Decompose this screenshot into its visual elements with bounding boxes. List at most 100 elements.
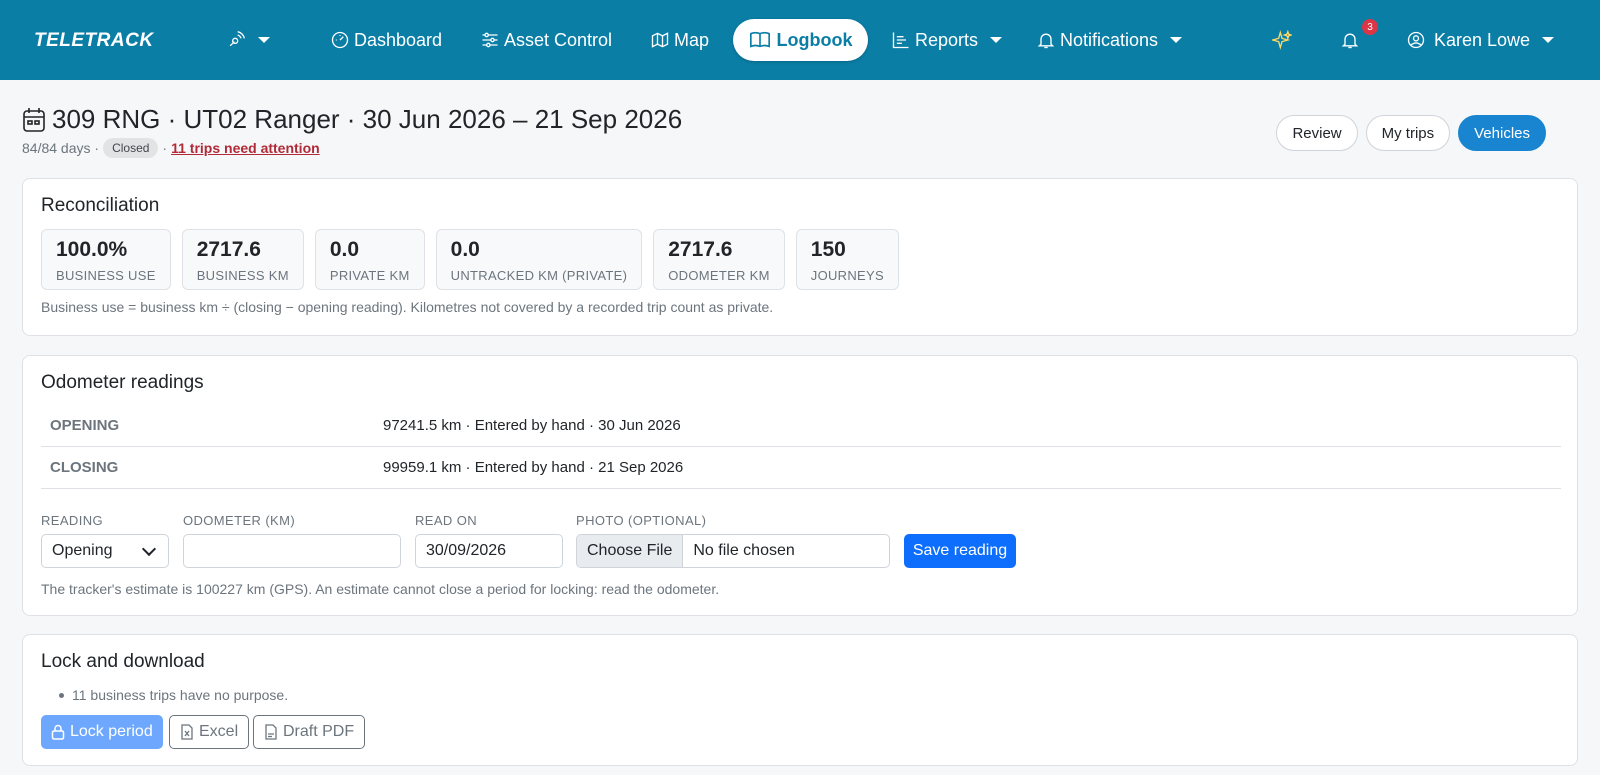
stat-label: ODOMETER KM xyxy=(668,268,770,283)
alert-count-badge: 3 xyxy=(1362,19,1378,35)
brand-logo[interactable]: TELETRACK xyxy=(34,30,154,52)
pdf-file-icon xyxy=(265,724,277,740)
stat-odometer-km: 2717.6 ODOMETER KM xyxy=(653,229,785,290)
nav-asset-control[interactable]: Asset Control xyxy=(480,0,612,80)
reading-label: READING xyxy=(41,513,104,528)
calendar-icon xyxy=(23,107,45,132)
bell-icon xyxy=(1341,33,1359,49)
period-summary: 84/84 days · Closed · 11 trips need atte… xyxy=(22,138,320,158)
stat-label: BUSINESS KM xyxy=(196,268,289,283)
draft-pdf-label: Draft PDF xyxy=(283,723,355,740)
read-on-date-input[interactable]: 30/09/2026 xyxy=(415,534,563,568)
stat-label: JOURNEYS xyxy=(810,268,884,283)
user-menu[interactable]: Karen Lowe xyxy=(1406,0,1555,80)
speedometer-icon xyxy=(331,31,349,49)
stat-value: 0.0 xyxy=(450,238,480,261)
trips-attention-link[interactable]: 11 trips need attention xyxy=(171,140,320,156)
stat-untracked-km: 0.0 UNTRACKED KM (PRIVATE) xyxy=(435,229,643,290)
sparkle-button[interactable] xyxy=(1272,0,1292,80)
separator: · xyxy=(162,140,168,156)
caret-down-icon xyxy=(258,37,270,43)
stat-value: 2717.6 xyxy=(668,238,733,261)
stat-label: BUSINESS USE xyxy=(56,268,156,283)
nav-logbook-label: Logbook xyxy=(776,29,853,50)
bullet-icon xyxy=(59,692,64,698)
photo-file-input[interactable]: Choose File No file chosen xyxy=(576,534,890,568)
odometer-title: Odometer readings xyxy=(41,372,204,393)
stat-journeys: 150 JOURNEYS xyxy=(795,229,899,290)
vehicles-button[interactable]: Vehicles xyxy=(1458,115,1546,151)
caret-down-icon xyxy=(1170,37,1183,43)
stat-business-km: 2717.6 BUSINESS KM xyxy=(181,229,304,290)
caret-down-icon xyxy=(1542,37,1555,43)
stat-value: 0.0 xyxy=(329,238,360,261)
nav-map[interactable]: Map xyxy=(650,0,709,80)
nav-reports[interactable]: Reports xyxy=(891,0,1003,80)
odometer-row-key: CLOSING xyxy=(50,459,119,476)
stat-business-use: 100.0% BUSINESS USE xyxy=(41,229,171,290)
excel-button[interactable]: Excel xyxy=(169,715,250,749)
nav-dashboard-label: Dashboard xyxy=(354,29,443,50)
page-title-text: 309 RNG · UT02 Ranger · 30 Jun 2026 – 21… xyxy=(52,104,683,134)
choose-file-button[interactable]: Choose File xyxy=(577,535,684,567)
odometer-row-opening: OPENING 97241.5 km · Entered by hand · 3… xyxy=(41,405,1561,447)
tracker-estimate-note: The tracker's estimate is 100227 km (GPS… xyxy=(41,581,720,597)
odometer-row-value: 99959.1 km · Entered by hand · 21 Sep 20… xyxy=(383,459,684,476)
nav-notifications-label: Notifications xyxy=(1060,29,1159,50)
odometer-row-value: 97241.5 km · Entered by hand · 30 Jun 20… xyxy=(383,417,681,434)
review-button[interactable]: Review xyxy=(1276,115,1358,151)
lock-issue-item: 11 business trips have no purpose. xyxy=(59,687,288,703)
read-on-label: READ ON xyxy=(415,513,478,528)
sparkles-icon xyxy=(1272,30,1292,50)
stat-label: UNTRACKED KM (PRIVATE) xyxy=(450,268,628,283)
save-reading-button[interactable]: Save reading xyxy=(904,534,1016,568)
odometer-row-closing: CLOSING 99959.1 km · Entered by hand · 2… xyxy=(41,447,1561,489)
page-header: 309 RNG · UT02 Ranger · 30 Jun 2026 – 21… xyxy=(22,104,682,135)
reconciliation-title: Reconciliation xyxy=(41,195,160,216)
tracker-dropdown[interactable] xyxy=(226,0,270,80)
bar-chart-icon xyxy=(892,32,909,49)
lock-period-label: Lock period xyxy=(70,723,153,740)
satellite-icon xyxy=(229,31,245,47)
alerts-button[interactable] xyxy=(1340,0,1360,80)
excel-file-icon xyxy=(181,724,193,740)
my-trips-button[interactable]: My trips xyxy=(1365,115,1451,151)
odometer-row-key: OPENING xyxy=(50,417,120,434)
odometer-km-input[interactable] xyxy=(183,534,401,568)
nav-logbook[interactable]: Logbook xyxy=(733,19,868,61)
stat-value: 150 xyxy=(810,238,846,261)
stat-value: 100.0% xyxy=(56,238,128,261)
nav-notifications[interactable]: Notifications xyxy=(1036,0,1183,80)
nav-asset-control-label: Asset Control xyxy=(504,29,613,50)
user-circle-icon xyxy=(1407,31,1425,49)
business-use-note: Business use = business km ÷ (closing − … xyxy=(41,299,774,315)
nav-map-label: Map xyxy=(674,29,710,50)
draft-pdf-button[interactable]: Draft PDF xyxy=(253,715,366,749)
map-icon xyxy=(651,32,669,48)
user-name: Karen Lowe xyxy=(1434,29,1531,50)
excel-label: Excel xyxy=(199,723,239,740)
lock-period-button[interactable]: Lock period xyxy=(41,715,163,749)
reading-select-value: Opening xyxy=(52,542,113,559)
view-switcher: Review My trips Vehicles xyxy=(1276,115,1546,151)
lock-issue-text: 11 business trips have no purpose. xyxy=(72,687,289,703)
book-icon xyxy=(749,31,770,48)
odometer-card: Odometer readings OPENING 97241.5 km · E… xyxy=(22,355,1578,616)
nav-dashboard[interactable]: Dashboard xyxy=(330,0,442,80)
odometer-km-label: ODOMETER (KM) xyxy=(183,513,296,528)
bell-icon xyxy=(1037,33,1055,49)
reconciliation-card: Reconciliation 100.0% BUSINESS USE 2717.… xyxy=(22,178,1578,336)
page-title: 309 RNG · UT02 Ranger · 30 Jun 2026 – 21… xyxy=(22,104,682,135)
stat-value: 2717.6 xyxy=(196,238,261,261)
lock-title: Lock and download xyxy=(41,651,205,672)
stat-private-km: 0.0 PRIVATE KM xyxy=(314,229,425,290)
caret-down-icon xyxy=(990,37,1003,43)
stat-row: 100.0% BUSINESS USE 2717.6 BUSINESS KM 0… xyxy=(41,229,899,290)
photo-label: PHOTO (OPTIONAL) xyxy=(576,513,707,528)
days-count: 84/84 days · xyxy=(22,140,100,156)
top-navbar: TELETRACK Dashboard Asset Control Map Lo… xyxy=(0,0,1600,80)
status-badge: Closed xyxy=(103,138,159,158)
sliders-icon xyxy=(482,32,498,48)
reading-select[interactable]: Opening xyxy=(41,534,169,568)
lock-icon xyxy=(51,724,65,740)
